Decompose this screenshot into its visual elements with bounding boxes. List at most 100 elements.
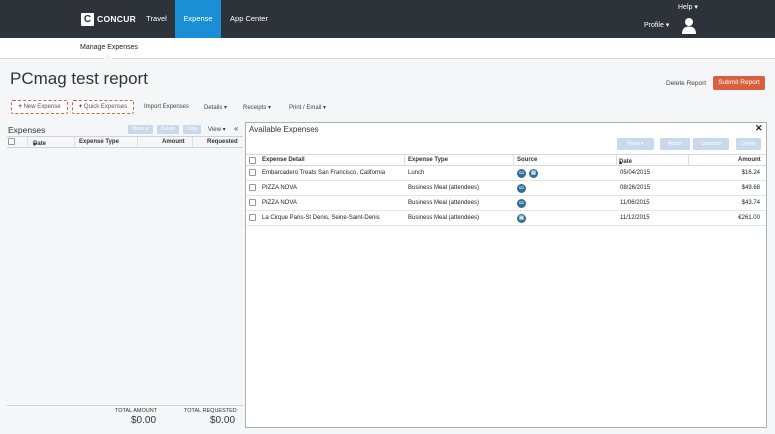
view-menu[interactable]: View ▾ [208, 126, 226, 133]
select-all-checkbox[interactable] [249, 157, 256, 164]
receipts-menu[interactable]: Receipts ▾ [243, 104, 271, 111]
report-title: PCmag test report [10, 69, 148, 88]
column-divider [192, 137, 193, 147]
sort-icon: ▾ [33, 142, 37, 148]
row-checkbox[interactable] [249, 169, 256, 176]
expense-amount: $43.74 [741, 200, 760, 206]
expenses-table-header: Date ▾ Expense Type Amount Requested [7, 136, 243, 148]
concur-logo[interactable]: C CONCUR [81, 12, 136, 26]
total-requested-value: $0.00 [210, 415, 236, 426]
expense-row[interactable]: Embarcadero Treats San Francisco, Califo… [246, 166, 766, 181]
nav-app-center[interactable]: App Center [223, 0, 275, 38]
profile-menu[interactable]: Profile ▾ [644, 21, 669, 29]
credit-card-source-icon: ▭ [517, 184, 526, 193]
user-avatar-icon[interactable] [682, 17, 696, 34]
concur-logo-icon: C [81, 12, 94, 26]
expense-row[interactable]: PIZZA NOVA Business Meal (attendees) ▭ 0… [246, 181, 766, 196]
column-divider [688, 155, 689, 165]
credit-card-source-icon: ▭ [517, 169, 526, 178]
profile-label: Profile [644, 22, 664, 29]
expense-date: 05/04/2015 [620, 170, 651, 176]
nav-expense[interactable]: Expense [175, 0, 221, 38]
delete-report-link[interactable]: Delete Report [666, 80, 706, 87]
expense-row[interactable]: PIZZA NOVA Business Meal (attendees) ▭ 1… [246, 196, 766, 211]
column-amount[interactable]: Amount [162, 139, 185, 145]
expense-type: Business Meal (attendees) [408, 185, 480, 191]
chevron-down-icon: ▾ [146, 126, 149, 132]
column-divider [616, 155, 617, 165]
chevron-down-icon: ▾ [224, 105, 228, 111]
column-divider [27, 137, 28, 147]
copy-button[interactable]: Copy [183, 125, 201, 134]
delete-button[interactable]: Delete [157, 125, 179, 134]
view-label: View [208, 127, 221, 133]
column-divider [74, 137, 75, 147]
expense-detail: Embarcadero Treats San Francisco, Califo… [262, 170, 386, 176]
column-expense-type[interactable]: Expense Type [408, 157, 448, 163]
move-button[interactable]: Move ▾ [617, 138, 654, 150]
print-email-menu[interactable]: Print / Email ▾ [289, 104, 326, 111]
collapse-panel-icon[interactable]: « [234, 124, 238, 133]
expenses-panel: Expenses Move ▾ Delete Copy View ▾ « Dat… [7, 122, 243, 428]
help-menu[interactable]: Help ▾ [678, 3, 698, 11]
expense-date: 11/12/2015 [620, 215, 650, 221]
total-amount-label: TOTAL AMOUNT [115, 408, 158, 414]
receipts-label: Receipts [243, 105, 267, 111]
expenses-panel-title: Expenses [8, 125, 46, 135]
subnav-manage-expenses[interactable]: Manage Expenses [80, 44, 138, 51]
concur-logo-text: CONCUR [97, 14, 137, 24]
quick-expenses-button[interactable]: + Quick Expenses [72, 100, 134, 114]
expense-detail: PIZZA NOVA [262, 185, 297, 191]
expense-type: Lunch [408, 170, 425, 176]
row-checkbox[interactable] [249, 184, 256, 191]
unattach-button[interactable]: Unattach [693, 138, 729, 150]
column-expense-type[interactable]: Expense Type [79, 139, 119, 145]
expense-amount: $16.24 [741, 170, 760, 176]
sort-ascending-icon: ▴ [619, 160, 623, 166]
plus-icon: + [78, 104, 83, 110]
close-icon[interactable]: ✕ [755, 123, 763, 134]
new-expense-label: New Expense [23, 104, 61, 110]
row-checkbox[interactable] [249, 214, 256, 221]
submit-report-button[interactable]: Submit Report [713, 76, 765, 90]
column-amount[interactable]: Amount [738, 157, 761, 163]
plus-icon: + [18, 104, 22, 110]
column-source[interactable]: Source [517, 157, 537, 163]
expense-date: 08/26/2015 [620, 185, 651, 191]
expense-row[interactable]: La Cirque Paris-St Denis, Seine-Saint-De… [246, 211, 766, 226]
expense-type: Business Meal (attendees) [408, 200, 480, 206]
quick-expenses-label: Quick Expenses [83, 104, 128, 110]
expense-amount: €261.00 [738, 215, 760, 221]
column-divider [137, 137, 138, 147]
chevron-down-icon: ▾ [268, 105, 272, 111]
column-requested[interactable]: Requested [207, 139, 238, 145]
column-divider [513, 155, 514, 165]
attach-button[interactable]: Attach [660, 138, 690, 150]
expense-type: Business Meal (attendees) [408, 215, 480, 221]
total-amount-value: $0.00 [131, 415, 157, 426]
expense-detail: PIZZA NOVA [262, 200, 297, 206]
import-expenses-link[interactable]: Import Expenses [144, 104, 189, 110]
details-menu[interactable]: Details ▾ [204, 104, 227, 111]
top-navigation-bar: C CONCUR Travel Expense App Center Help … [0, 0, 775, 38]
details-label: Details [204, 105, 223, 111]
row-checkbox[interactable] [249, 199, 256, 206]
credit-card-source-icon: ▭ [517, 199, 526, 208]
chevron-down-icon: ▾ [323, 105, 327, 111]
print-email-label: Print / Email [289, 105, 322, 111]
expenses-totals: TOTAL AMOUNT TOTAL REQUESTED $0.00 $0.00 [7, 405, 243, 428]
move-button[interactable]: Move ▾ [128, 125, 153, 134]
delete-button[interactable]: Delete [736, 138, 761, 150]
nav-travel[interactable]: Travel [139, 0, 174, 38]
chevron-down-icon: ▾ [665, 22, 670, 29]
subnav-pointer [103, 54, 113, 59]
receipt-source-icon: ▤ [529, 169, 538, 178]
column-expense-detail[interactable]: Expense Detail [262, 157, 305, 163]
expense-detail: La Cirque Paris-St Denis, Seine-Saint-De… [262, 215, 380, 221]
move-label: Move [627, 141, 640, 147]
available-expenses-title: Available Expenses [249, 125, 319, 134]
receipt-source-icon: ▤ [517, 214, 526, 223]
new-expense-button[interactable]: + New Expense [11, 100, 68, 114]
select-all-checkbox[interactable] [8, 138, 15, 145]
total-requested-label: TOTAL REQUESTED [184, 408, 237, 414]
